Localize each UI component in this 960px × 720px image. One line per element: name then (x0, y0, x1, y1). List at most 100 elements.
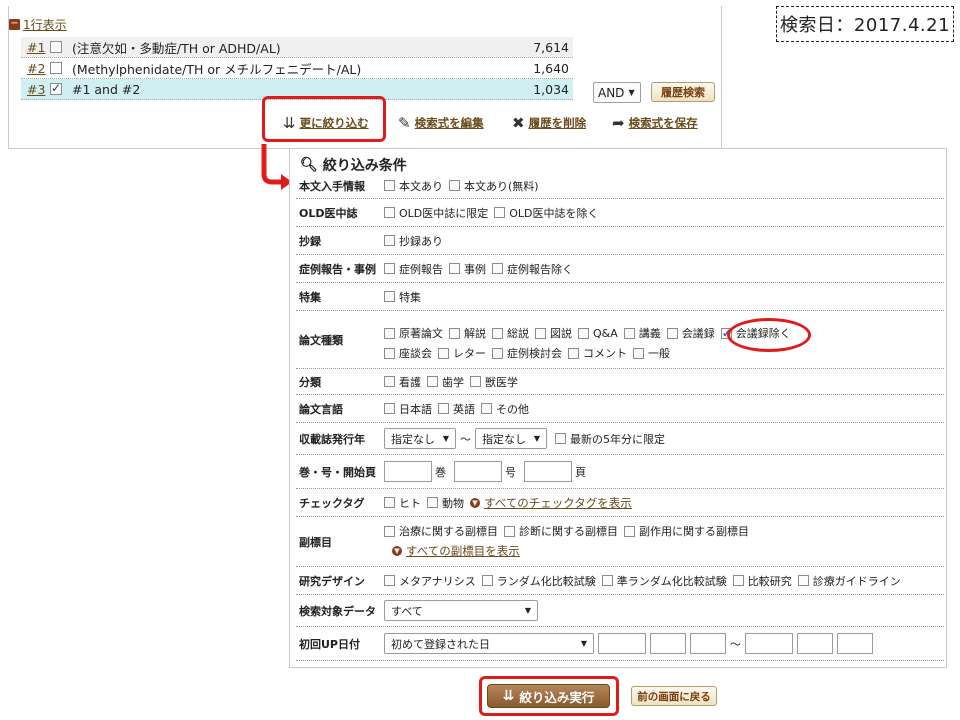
checkbox[interactable] (384, 327, 395, 339)
checkbox[interactable] (384, 291, 395, 302)
human-option[interactable]: ヒト (384, 495, 421, 511)
design-option[interactable]: 準ランダム化比較試験 (601, 573, 727, 589)
design-option[interactable]: ランダム化比較試験 (481, 573, 596, 589)
execute-filter-button[interactable]: ⇊ 絞り込み実行 (487, 684, 610, 708)
article-type-option[interactable]: レター (438, 345, 486, 361)
checkbox[interactable] (384, 263, 395, 274)
collapse-icon[interactable]: − (9, 18, 20, 30)
history-id-link[interactable]: #2 (21, 61, 47, 76)
checkbox[interactable] (624, 525, 635, 537)
checkbox[interactable] (732, 575, 744, 586)
checkbox[interactable] (438, 347, 449, 359)
checkbox[interactable] (427, 497, 438, 508)
category-option[interactable]: 獣医学 (470, 374, 518, 390)
start-page-input[interactable] (524, 461, 572, 482)
to-year-input[interactable] (745, 633, 793, 654)
history-checkbox[interactable] (50, 41, 62, 53)
article-type-option[interactable]: Q&A (578, 327, 618, 340)
checkbox[interactable] (494, 207, 506, 218)
animal-option[interactable]: 動物 (427, 495, 464, 511)
article-type-option[interactable]: 会議録 (666, 325, 715, 341)
checkbox[interactable] (384, 575, 395, 586)
checkbox[interactable] (481, 403, 492, 414)
article-type-option[interactable]: コメント (568, 345, 627, 361)
checkbox[interactable] (449, 327, 460, 339)
checkbox[interactable] (427, 376, 438, 387)
checkbox[interactable] (578, 327, 589, 339)
target-data-select[interactable]: すべて ▼ (384, 600, 538, 621)
article-type-option[interactable]: 講義 (623, 325, 661, 341)
checkbox[interactable] (492, 263, 503, 274)
special-option[interactable]: 特集 (384, 289, 421, 305)
checkbox[interactable] (384, 403, 395, 414)
show-all-checktags-link[interactable]: すべてのチェックタグを表示 (484, 495, 632, 511)
show-all-checktags[interactable]: ▼ すべてのチェックタグを表示 (470, 495, 632, 511)
checkbox[interactable] (384, 376, 395, 387)
checkbox[interactable] (384, 235, 395, 246)
issue-input[interactable] (454, 461, 502, 482)
save-query-link[interactable]: 検索式を保存 (629, 115, 698, 131)
delete-history-link[interactable]: 履歴を削除 (529, 115, 587, 131)
old-exclude-option[interactable]: OLD医中誌を除く (494, 205, 599, 221)
language-option[interactable]: その他 (481, 401, 529, 417)
article-type-option[interactable]: 座談会 (384, 345, 432, 361)
from-day-input[interactable] (690, 633, 726, 654)
history-search-button[interactable]: 履歴検索 (651, 82, 715, 102)
one-line-display-link[interactable]: 1行表示 (23, 16, 67, 33)
history-checkbox[interactable] (50, 62, 62, 74)
checkbox[interactable] (601, 575, 613, 586)
edit-query-action[interactable]: ✎ 検索式を編集 (398, 114, 484, 132)
article-type-option[interactable]: 総説 (492, 325, 529, 341)
category-option[interactable]: 看護 (384, 374, 421, 390)
abstract-option[interactable]: 抄録あり (384, 233, 443, 249)
case-report-option[interactable]: 症例報告 (384, 261, 443, 277)
checkbox[interactable] (470, 376, 481, 387)
subheading-option[interactable]: 診断に関する副標目 (504, 523, 618, 539)
language-option[interactable]: 英語 (438, 401, 475, 417)
checkbox[interactable] (504, 525, 515, 537)
save-query-action[interactable]: ➦ 検索式を保存 (612, 114, 698, 132)
checkbox[interactable] (623, 327, 635, 339)
checkbox[interactable] (633, 347, 644, 359)
checkbox[interactable] (384, 497, 395, 508)
checkbox[interactable] (384, 207, 395, 218)
checkbox[interactable] (438, 403, 449, 414)
design-option[interactable]: メタアナリシス (384, 573, 476, 589)
checkbox[interactable] (492, 327, 503, 339)
article-type-option[interactable]: 症例検討会 (492, 345, 562, 361)
history-id-link[interactable]: #1 (21, 40, 47, 55)
volume-input[interactable] (384, 461, 432, 482)
checkbox[interactable] (666, 327, 678, 339)
checkbox[interactable] (568, 347, 579, 359)
history-toggle[interactable]: − 1行表示 (9, 16, 67, 32)
date-type-select[interactable]: 初めて登録された日 ▼ (384, 633, 594, 654)
case-report-exclude-option[interactable]: 症例報告除く (492, 261, 573, 277)
checkbox[interactable] (555, 433, 566, 444)
checkbox[interactable] (535, 327, 546, 339)
category-option[interactable]: 歯学 (427, 374, 464, 390)
fulltext-option[interactable]: 本文あり (384, 178, 443, 194)
show-all-subheadings[interactable]: ▼ すべての副標目を表示 (392, 543, 520, 559)
fulltext-free-option[interactable]: 本文あり(無料) (449, 178, 539, 194)
to-month-input[interactable] (797, 633, 833, 654)
delete-history-action[interactable]: ✖ 履歴を削除 (512, 114, 586, 132)
article-type-option[interactable]: 一般 (633, 345, 670, 361)
subheading-option[interactable]: 副作用に関する副標目 (624, 523, 749, 539)
checkbox[interactable] (449, 180, 460, 191)
design-option[interactable]: 診療ガイドライン (797, 573, 901, 589)
edit-query-link[interactable]: 検索式を編集 (415, 115, 484, 131)
year-to-select[interactable]: 指定なし ▼ (475, 428, 547, 449)
checkbox[interactable] (492, 347, 503, 359)
case-example-option[interactable]: 事例 (449, 261, 486, 277)
recent-5-years-option[interactable]: 最新の5年分に限定 (555, 431, 665, 447)
checkbox[interactable] (384, 347, 395, 359)
checkbox[interactable] (384, 180, 395, 191)
history-checkbox-checked[interactable] (50, 81, 62, 95)
article-type-option[interactable]: 図説 (535, 325, 572, 341)
language-option[interactable]: 日本語 (384, 401, 432, 417)
year-from-select[interactable]: 指定なし ▼ (384, 428, 456, 449)
operator-select[interactable]: AND ▼ (593, 82, 641, 103)
old-limit-option[interactable]: OLD医中誌に限定 (384, 205, 488, 221)
checkbox[interactable] (481, 575, 493, 586)
design-option[interactable]: 比較研究 (732, 573, 792, 589)
